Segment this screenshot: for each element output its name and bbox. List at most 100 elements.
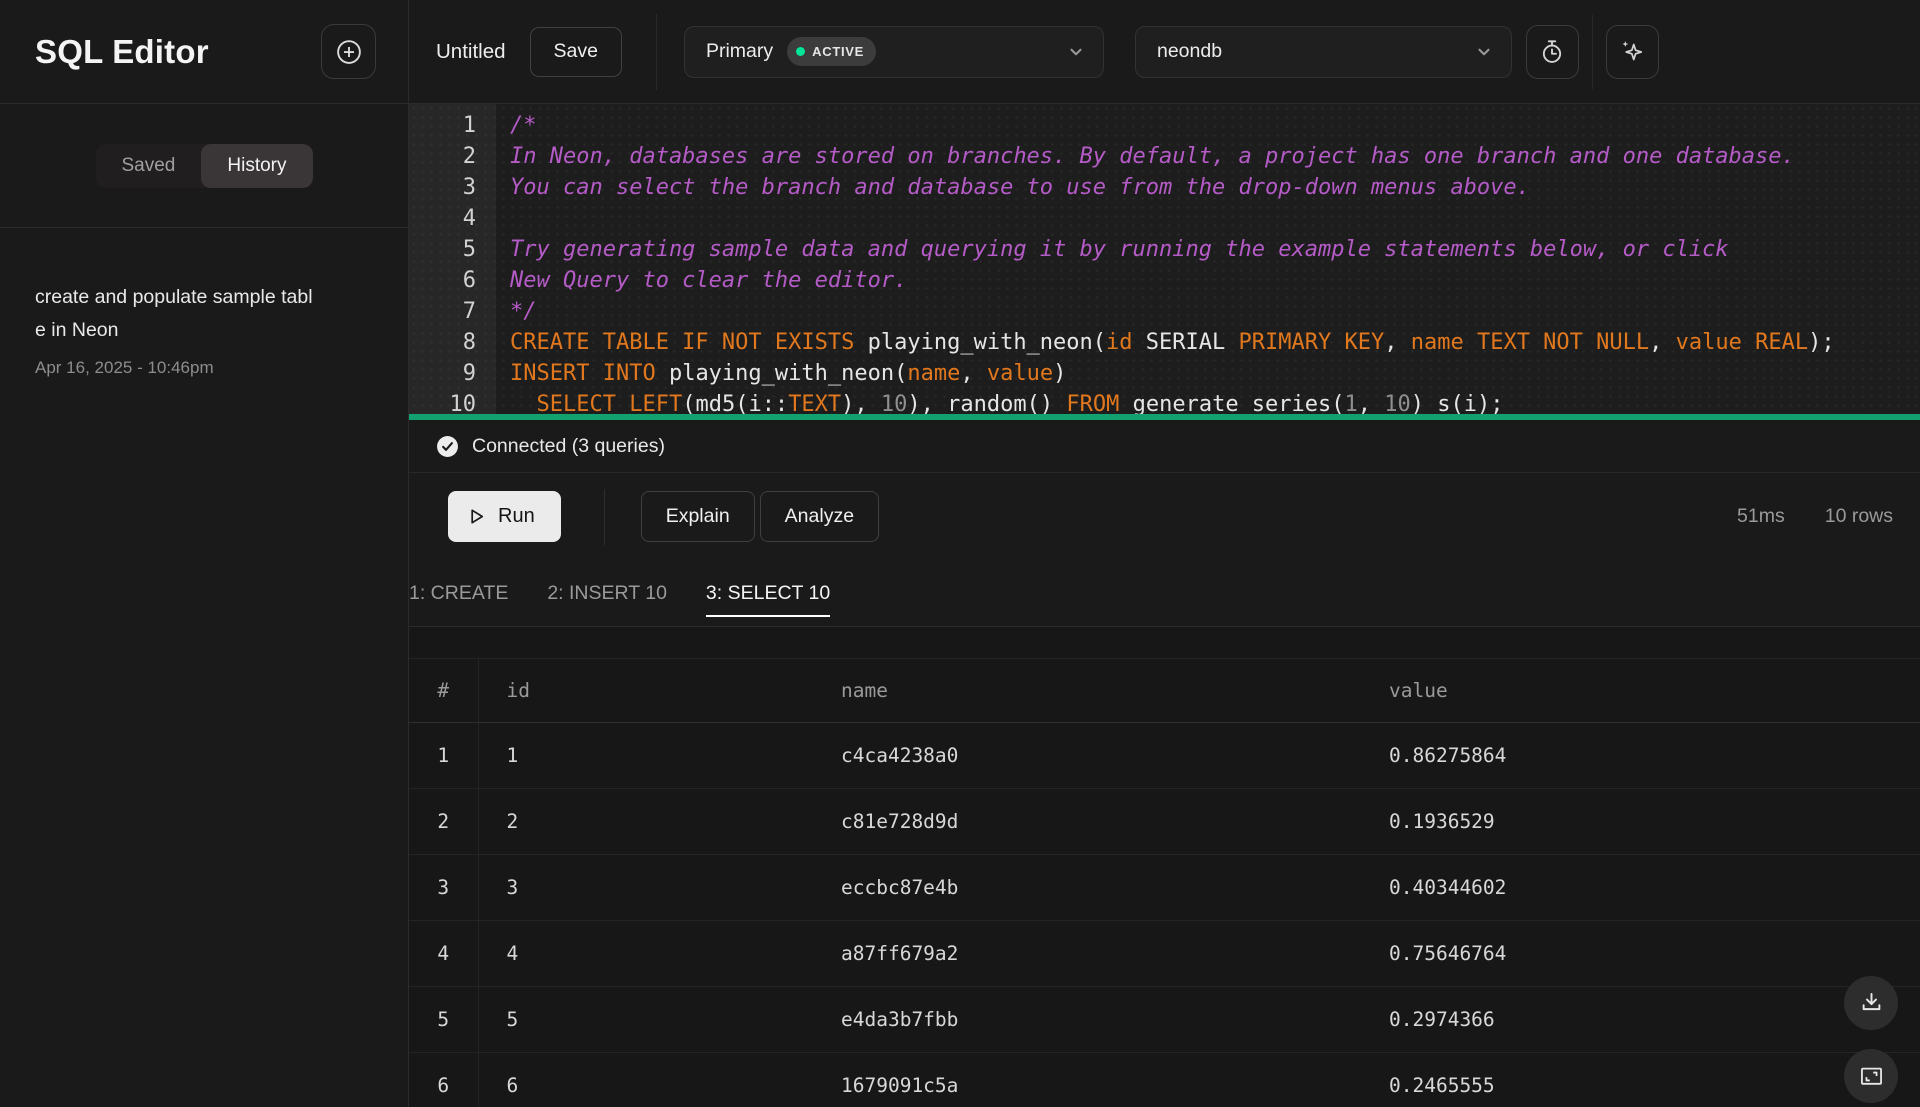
- query-stats: 51ms 10 rows: [1737, 505, 1893, 528]
- main-panel: Untitled Save Primary ACTIVE neondb: [409, 0, 1920, 1107]
- query-history-button[interactable]: [1526, 25, 1579, 79]
- code-line: [510, 203, 1920, 234]
- query-toolbar: Run Explain Analyze 51ms 10 rows: [409, 473, 1920, 560]
- data-cell: 1679091c5a: [813, 1053, 1361, 1107]
- data-cell: 0.86275864: [1361, 723, 1920, 789]
- database-select[interactable]: neondb: [1135, 26, 1512, 78]
- table-row: 22c81e728d9d0.1936529: [409, 789, 1920, 855]
- expand-results-button[interactable]: [1844, 1049, 1898, 1103]
- line-number: 2: [409, 141, 476, 172]
- line-number: 5: [409, 234, 476, 265]
- query-row-count: 10 rows: [1825, 505, 1893, 528]
- history-item-date: Apr 16, 2025 - 10:46pm: [35, 358, 378, 378]
- new-query-button[interactable]: [321, 24, 376, 79]
- data-cell: c81e728d9d: [813, 789, 1361, 855]
- data-cell: 3: [478, 855, 813, 921]
- code-line: INSERT INTO playing_with_neon(name, valu…: [510, 358, 1920, 389]
- result-tab-2[interactable]: 2: INSERT 10: [547, 560, 667, 626]
- branch-select[interactable]: Primary ACTIVE: [684, 26, 1104, 78]
- result-tab-3[interactable]: 3: SELECT 10: [706, 560, 830, 626]
- divider: [656, 14, 657, 90]
- result-tab-1[interactable]: 1: CREATE: [409, 560, 508, 626]
- table-row: 55e4da3b7fbb0.2974366: [409, 987, 1920, 1053]
- row-number-cell: 2: [409, 789, 478, 855]
- page-title: SQL Editor: [35, 33, 209, 71]
- topbar: Untitled Save Primary ACTIVE neondb: [409, 0, 1920, 104]
- sql-code-editor[interactable]: 12345678910 /*In Neon, databases are sto…: [409, 104, 1920, 420]
- ai-assist-button[interactable]: [1606, 25, 1659, 79]
- line-number: 9: [409, 358, 476, 389]
- data-cell: 6: [478, 1053, 813, 1107]
- branch-name: Primary: [706, 40, 773, 63]
- line-number: 7: [409, 296, 476, 327]
- column-header-name: name: [813, 659, 1361, 723]
- code-line: Try generating sample data and querying …: [510, 234, 1920, 265]
- data-cell: 5: [478, 987, 813, 1053]
- query-duration: 51ms: [1737, 505, 1785, 528]
- analyze-button[interactable]: Analyze: [760, 491, 879, 542]
- table-row: 661679091c5a0.2465555: [409, 1053, 1920, 1107]
- code-line: /*: [510, 110, 1920, 141]
- history-list: create and populate sample table in Neon…: [0, 228, 408, 1107]
- save-button[interactable]: Save: [530, 27, 622, 77]
- line-number: 4: [409, 203, 476, 234]
- sidebar-tabs-section: SavedHistory: [0, 104, 408, 228]
- chevron-down-icon: [1475, 43, 1493, 61]
- code-line: New Query to clear the editor.: [510, 265, 1920, 296]
- code-line: In Neon, databases are stored on branche…: [510, 141, 1920, 172]
- sidebar: SQL Editor SavedHistory create and popul…: [0, 0, 409, 1107]
- sidebar-header: SQL Editor: [0, 0, 408, 104]
- line-number: 3: [409, 172, 476, 203]
- chevron-down-icon: [1067, 43, 1085, 61]
- check-circle-icon: [436, 435, 459, 458]
- run-button[interactable]: Run: [448, 491, 561, 542]
- editor-gutter: 12345678910: [409, 104, 496, 420]
- row-number-cell: 1: [409, 723, 478, 789]
- history-item-title: create and populate sample table in Neon: [35, 281, 323, 346]
- database-name: neondb: [1157, 40, 1222, 63]
- sidebar-tab-saved[interactable]: Saved: [96, 144, 202, 188]
- table-row: 44a87ff679a20.75646764: [409, 921, 1920, 987]
- line-number: 1: [409, 110, 476, 141]
- data-cell: eccbc87e4b: [813, 855, 1361, 921]
- data-cell: a87ff679a2: [813, 921, 1361, 987]
- circle-plus-icon: [334, 37, 364, 67]
- table-header-row: #idnamevalue: [409, 659, 1920, 723]
- stopwatch-icon: [1538, 38, 1566, 66]
- data-cell: 0.2465555: [1361, 1053, 1920, 1107]
- data-cell: e4da3b7fbb: [813, 987, 1361, 1053]
- data-cell: 0.2974366: [1361, 987, 1920, 1053]
- active-dot-icon: [796, 47, 805, 56]
- run-button-label: Run: [498, 505, 535, 528]
- data-cell: 0.75646764: [1361, 921, 1920, 987]
- branch-status-label: ACTIVE: [812, 44, 864, 59]
- column-header-value: value: [1361, 659, 1920, 723]
- sidebar-tab-history[interactable]: History: [201, 144, 312, 188]
- sidebar-tabs: SavedHistory: [96, 144, 313, 188]
- download-results-button[interactable]: [1844, 976, 1898, 1030]
- row-number-cell: 4: [409, 921, 478, 987]
- table-row: 33eccbc87e4b0.40344602: [409, 855, 1920, 921]
- data-cell: 1: [478, 723, 813, 789]
- connection-status-row: Connected (3 queries): [409, 420, 1920, 473]
- data-cell: 4: [478, 921, 813, 987]
- query-title[interactable]: Untitled: [436, 40, 506, 64]
- row-number-cell: 5: [409, 987, 478, 1053]
- column-header-id: id: [478, 659, 813, 723]
- code-line: */: [510, 296, 1920, 327]
- line-number: 6: [409, 265, 476, 296]
- result-tabs: 1: CREATE 2: INSERT 10 3: SELECT 10: [409, 560, 1920, 627]
- line-number: 8: [409, 327, 476, 358]
- divider: [604, 489, 605, 545]
- results-table-header: #idnamevalue: [409, 659, 1920, 723]
- play-icon: [466, 506, 487, 527]
- history-item[interactable]: create and populate sample table in Neon…: [0, 228, 408, 378]
- row-number-cell: 6: [409, 1053, 478, 1107]
- code-line: You can select the branch and database t…: [510, 172, 1920, 203]
- results-table: #idnamevalue 11c4ca4238a00.8627586422c81…: [409, 658, 1920, 1107]
- data-cell: c4ca4238a0: [813, 723, 1361, 789]
- editor-code[interactable]: /*In Neon, databases are stored on branc…: [496, 104, 1920, 420]
- explain-button[interactable]: Explain: [641, 491, 755, 542]
- table-row: 11c4ca4238a00.86275864: [409, 723, 1920, 789]
- sparkles-icon: [1617, 37, 1647, 67]
